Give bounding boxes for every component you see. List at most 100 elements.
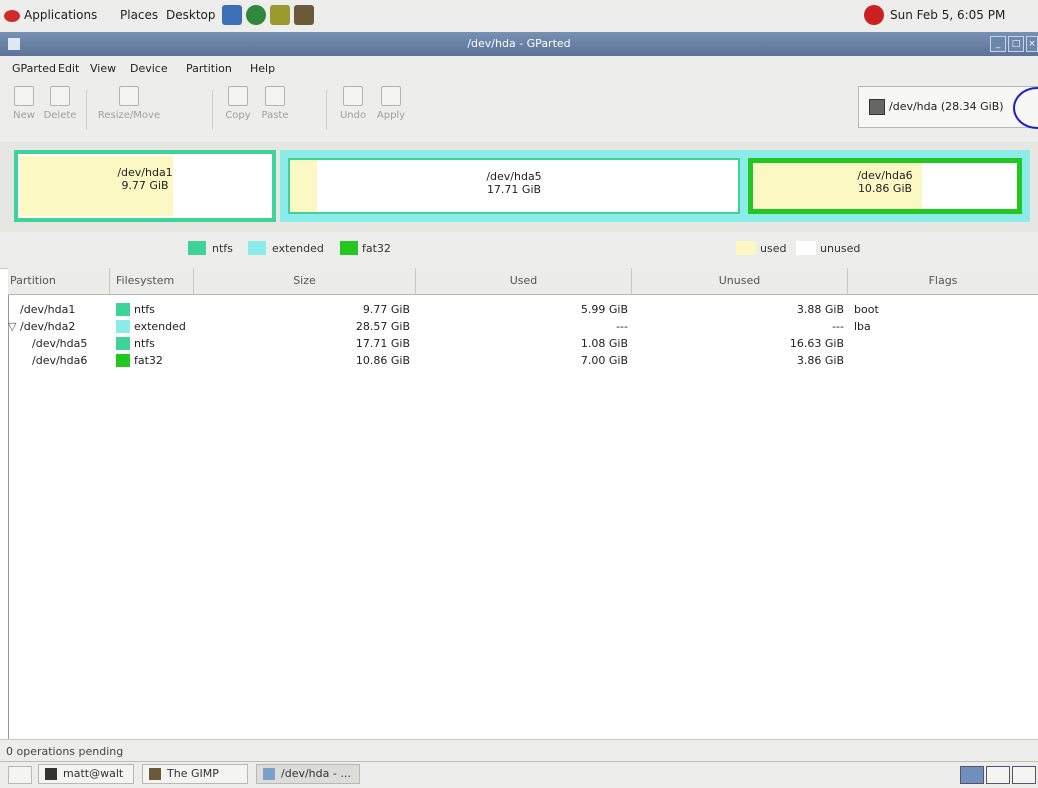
taskbar: matt@walt The GIMP /dev/hda - ...	[0, 761, 1038, 788]
status-bar: 0 operations pending	[0, 739, 1038, 762]
unused-cell: 3.86 GiB	[796, 354, 844, 367]
used-cell: 1.08 GiB	[580, 337, 628, 350]
menu-applications[interactable]: Applications	[24, 8, 97, 22]
task-gimp[interactable]: The GIMP	[142, 764, 248, 784]
filesystem-cell: ntfs	[134, 303, 155, 316]
legend-ntfs: ntfs	[212, 242, 233, 255]
table-row[interactable]: /dev/hda1 ntfs 9.77 GiB 5.99 GiB 3.88 Gi…	[8, 301, 1038, 318]
copy-button[interactable]: Copy	[224, 86, 252, 121]
used-cell: 5.99 GiB	[580, 303, 628, 316]
apply-button[interactable]: Apply	[374, 86, 408, 121]
menu-places[interactable]: Places	[120, 8, 158, 22]
show-desktop-button[interactable]	[8, 766, 32, 784]
partition-label: /dev/hda5 17.71 GiB	[486, 170, 542, 196]
column-partition[interactable]: Partition	[8, 268, 110, 294]
column-size[interactable]: Size	[194, 268, 416, 294]
partition-cell: /dev/hda5	[32, 337, 88, 350]
partition-cell: /dev/hda2	[20, 320, 76, 333]
partition-block-hda1[interactable]: /dev/hda1 9.77 GiB	[14, 150, 276, 222]
toolbar-separator	[86, 90, 87, 130]
filesystem-color-swatch	[116, 303, 130, 316]
redhat-icon[interactable]	[4, 10, 20, 22]
filesystem-cell: ntfs	[134, 337, 155, 350]
toolbar-separator	[212, 90, 213, 130]
flags-cell: boot	[854, 303, 879, 316]
filesystem-cell: extended	[134, 320, 186, 333]
new-icon	[14, 86, 34, 106]
menu-edit[interactable]: Edit	[58, 62, 79, 75]
legend-extended: extended	[272, 242, 324, 255]
size-cell: 28.57 GiB	[355, 320, 410, 333]
update-notifier-icon[interactable]	[864, 5, 884, 25]
partition-cell: /dev/hda6	[32, 354, 88, 367]
mail-icon[interactable]	[246, 5, 266, 25]
table-row[interactable]: /dev/hda5 ntfs 17.71 GiB 1.08 GiB 16.63 …	[8, 335, 1038, 352]
resize-move-button[interactable]: Resize/Move	[94, 86, 164, 121]
menu-partition[interactable]: Partition	[186, 62, 232, 75]
workspace-2[interactable]	[986, 766, 1010, 784]
used-cell: 7.00 GiB	[580, 354, 628, 367]
legend-unused: unused	[820, 242, 861, 255]
gimp-icon	[149, 768, 161, 780]
harddisk-icon	[869, 99, 885, 115]
filesystem-cell: fat32	[134, 354, 163, 367]
top-panel: Applications Places Desktop Sun Feb 5, 6…	[0, 0, 1038, 33]
column-used[interactable]: Used	[416, 268, 632, 294]
clock[interactable]: Sun Feb 5, 6:05 PM	[890, 8, 1005, 22]
toolbar-separator	[326, 90, 327, 130]
partition-block-hda6[interactable]: /dev/hda6 10.86 GiB	[748, 158, 1022, 214]
delete-icon	[50, 86, 70, 106]
status-text: 0 operations pending	[6, 745, 124, 758]
new-button[interactable]: New	[12, 86, 36, 121]
close-button[interactable]: ×	[1026, 36, 1038, 52]
task-terminal[interactable]: matt@walt	[38, 764, 134, 784]
window-titlebar[interactable]: /dev/hda - GParted _ □ ×	[0, 32, 1038, 56]
filesystem-color-swatch	[116, 337, 130, 350]
legend: ntfs extended fat32 used unused	[0, 232, 1038, 269]
partition-block-extended[interactable]: /dev/hda5 17.71 GiB /dev/hda6 10.86 GiB	[280, 150, 1030, 222]
partition-block-hda5[interactable]: /dev/hda5 17.71 GiB	[288, 158, 740, 214]
delete-button[interactable]: Delete	[42, 86, 78, 121]
ntfs-swatch	[188, 241, 206, 255]
maximize-button[interactable]: □	[1008, 36, 1024, 52]
unused-cell: 16.63 GiB	[789, 337, 844, 350]
workspace-1[interactable]	[960, 766, 984, 784]
partition-label: /dev/hda1 9.77 GiB	[117, 166, 173, 192]
paste-button[interactable]: Paste	[260, 86, 290, 121]
undo-button[interactable]: Undo	[338, 86, 368, 121]
filesystem-color-swatch	[116, 354, 130, 367]
column-filesystem[interactable]: Filesystem	[110, 268, 194, 294]
apply-icon	[381, 86, 401, 106]
table-row[interactable]: /dev/hda6 fat32 10.86 GiB 7.00 GiB 3.86 …	[8, 352, 1038, 369]
unused-cell: ---	[832, 320, 844, 333]
device-selector[interactable]: /dev/hda (28.34 GiB)	[858, 86, 1038, 129]
size-cell: 10.86 GiB	[355, 354, 410, 367]
menu-device[interactable]: Device	[130, 62, 168, 75]
menu-desktop[interactable]: Desktop	[166, 8, 216, 22]
column-unused[interactable]: Unused	[632, 268, 848, 294]
task-gparted[interactable]: /dev/hda - ...	[256, 764, 360, 784]
column-flags[interactable]: Flags	[848, 268, 1038, 294]
minimize-button[interactable]: _	[990, 36, 1006, 52]
legend-fat32: fat32	[362, 242, 391, 255]
gimp-icon[interactable]	[294, 5, 314, 25]
partition-cell: /dev/hda1	[20, 303, 76, 316]
size-cell: 17.71 GiB	[355, 337, 410, 350]
browser-icon[interactable]	[222, 5, 242, 25]
fat32-swatch	[340, 241, 358, 255]
used-cell: ---	[616, 320, 628, 333]
terminal-icon	[45, 768, 57, 780]
unused-swatch	[796, 241, 816, 255]
filesystem-color-swatch	[116, 320, 130, 333]
resize-icon	[119, 86, 139, 106]
expander-arrow-icon[interactable]: ▽	[8, 320, 16, 333]
menu-help[interactable]: Help	[250, 62, 275, 75]
workspace-3[interactable]	[1012, 766, 1036, 784]
office-icon[interactable]	[270, 5, 290, 25]
table-header: Partition Filesystem Size Used Unused Fl…	[8, 268, 1038, 295]
menu-view[interactable]: View	[90, 62, 116, 75]
legend-used: used	[760, 242, 787, 255]
menu-gparted[interactable]: GParted	[12, 62, 56, 75]
copy-icon	[228, 86, 248, 106]
table-row[interactable]: ▽ /dev/hda2 extended 28.57 GiB --- --- l…	[8, 318, 1038, 335]
